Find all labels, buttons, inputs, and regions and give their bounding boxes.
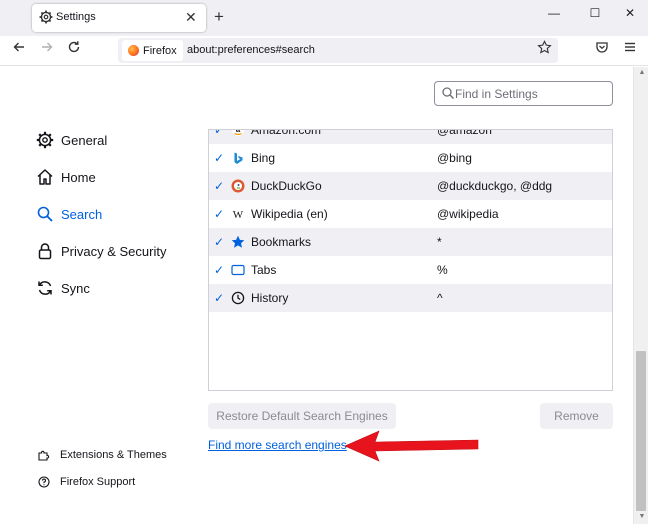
category-home[interactable]: Home — [36, 166, 96, 188]
identity-box[interactable]: Firefox — [122, 40, 183, 61]
wikipedia-icon: W — [233, 209, 244, 221]
scroll-down-icon[interactable]: ▼ — [637, 513, 647, 520]
sync-icon — [38, 281, 52, 295]
forward-arrow-icon — [42, 42, 53, 52]
engine-keyword[interactable]: ^ — [437, 291, 443, 305]
firefox-support-link[interactable]: Firefox Support — [38, 474, 135, 490]
url-text[interactable]: about:preferences#search — [187, 44, 315, 56]
pocket-button[interactable] — [592, 40, 612, 60]
category-label: Search — [61, 206, 103, 222]
gear-icon — [36, 131, 54, 149]
nav-bar: Firefox about:preferences#search — [0, 36, 648, 66]
back-button[interactable] — [9, 40, 29, 60]
tab-strip: Settings ✕ + — ☐ ✕ — [0, 0, 648, 36]
puzzle-icon — [38, 450, 50, 461]
category-privacy[interactable]: Privacy & Security — [36, 240, 166, 262]
remove-button[interactable]: Remove — [540, 403, 613, 429]
clock-icon — [231, 291, 245, 305]
url-bar[interactable]: Firefox about:preferences#search — [118, 38, 558, 63]
reload-button[interactable] — [64, 40, 84, 60]
category-label: Home — [61, 169, 96, 185]
firefox-logo-icon — [128, 45, 139, 56]
category-search[interactable]: Search — [36, 203, 102, 225]
table-row[interactable]: ✓ Tabs % — [209, 256, 612, 284]
home-icon — [37, 169, 53, 185]
engine-name: History — [251, 291, 289, 305]
table-row[interactable]: ✓ Bookmarks * — [209, 228, 612, 256]
engine-keyword[interactable]: @duckduckgo, @ddg — [437, 179, 552, 193]
engine-keyword[interactable]: @wikipedia — [437, 207, 499, 221]
engine-name: DuckDuckGo — [251, 179, 322, 193]
find-more-search-engines-link[interactable]: Find more search engines — [208, 438, 347, 452]
svg-text:a: a — [236, 129, 241, 134]
engine-keyword[interactable]: @amazon — [437, 130, 492, 137]
maximize-button[interactable]: ☐ — [585, 6, 605, 20]
tab-settings[interactable]: Settings ✕ — [32, 4, 206, 32]
scrollbar[interactable]: ▲ ▼ — [633, 67, 648, 524]
scroll-up-icon[interactable]: ▲ — [637, 69, 647, 76]
back-arrow-icon — [13, 42, 24, 52]
category-label: Sync — [61, 280, 90, 296]
star-icon — [231, 235, 245, 248]
bing-icon — [234, 152, 243, 164]
category-sync[interactable]: Sync — [36, 277, 90, 299]
engine-name: Tabs — [251, 263, 277, 277]
preferences-content: General Home Search Privacy & Security S… — [0, 67, 633, 524]
tab-icon — [231, 264, 245, 276]
category-label: Privacy & Security — [61, 243, 167, 259]
svg-text:W: W — [233, 209, 244, 221]
engine-keyword[interactable]: @bing — [437, 151, 472, 165]
find-in-settings-input[interactable] — [455, 85, 605, 102]
table-row[interactable]: ✓ W Wikipedia (en) @wikipedia — [209, 200, 612, 228]
tab-title: Settings — [56, 11, 96, 23]
footer-link-label: Extensions & Themes — [60, 449, 167, 461]
close-tab-icon[interactable]: ✕ — [185, 9, 197, 26]
footer-link-label: Firefox Support — [60, 476, 136, 488]
close-window-button[interactable]: ✕ — [620, 6, 640, 20]
table-row[interactable]: ✓ Bing @bing — [209, 144, 612, 172]
menu-button[interactable] — [620, 40, 640, 60]
engine-keyword[interactable]: * — [437, 235, 442, 249]
pocket-icon — [596, 42, 608, 53]
search-icon — [37, 206, 53, 222]
lock-icon — [38, 243, 52, 260]
category-label: General — [61, 132, 108, 148]
checkmark-icon[interactable]: ✓ — [213, 235, 225, 249]
checkmark-icon[interactable]: ✓ — [213, 263, 225, 277]
annotation-arrow-icon — [345, 430, 479, 462]
find-in-settings-box[interactable] — [434, 81, 613, 106]
gear-icon — [39, 10, 53, 24]
new-tab-button[interactable]: + — [214, 7, 224, 27]
help-icon — [38, 476, 50, 488]
amazon-icon: a — [232, 129, 244, 136]
checkmark-icon[interactable]: ✓ — [213, 130, 225, 137]
checkmark-icon[interactable]: ✓ — [213, 151, 225, 165]
extensions-themes-link[interactable]: Extensions & Themes — [38, 447, 167, 463]
engine-keyword[interactable]: % — [437, 263, 448, 277]
category-general[interactable]: General — [36, 129, 107, 151]
hamburger-menu-icon — [625, 42, 635, 52]
search-engines-list[interactable]: ✓ a Amazon.com @amazon ✓ Bing @bing ✓ Du… — [208, 129, 613, 391]
search-icon — [442, 87, 454, 99]
star-outline-icon — [536, 40, 552, 54]
engine-name: Bing — [251, 151, 276, 165]
bookmark-star-button[interactable] — [534, 40, 554, 60]
restore-default-engines-button[interactable]: Restore Default Search Engines — [208, 403, 396, 429]
forward-button[interactable] — [37, 40, 57, 60]
reload-icon — [68, 41, 80, 53]
duckduckgo-icon — [231, 179, 245, 193]
engine-name: Wikipedia (en) — [251, 207, 328, 221]
table-row[interactable]: ✓ a Amazon.com @amazon — [209, 129, 612, 144]
identity-label: Firefox — [143, 44, 177, 57]
checkmark-icon[interactable]: ✓ — [213, 291, 225, 305]
checkmark-icon[interactable]: ✓ — [213, 207, 225, 221]
scrollbar-thumb[interactable] — [636, 351, 646, 511]
engine-name: Amazon.com — [251, 129, 322, 137]
table-row[interactable]: ✓ History ^ — [209, 284, 612, 312]
checkmark-icon[interactable]: ✓ — [213, 179, 225, 193]
minimize-button[interactable]: — — [544, 6, 564, 20]
engine-name: Bookmarks — [251, 235, 312, 249]
table-row[interactable]: ✓ DuckDuckGo @duckduckgo, @ddg — [209, 172, 612, 200]
